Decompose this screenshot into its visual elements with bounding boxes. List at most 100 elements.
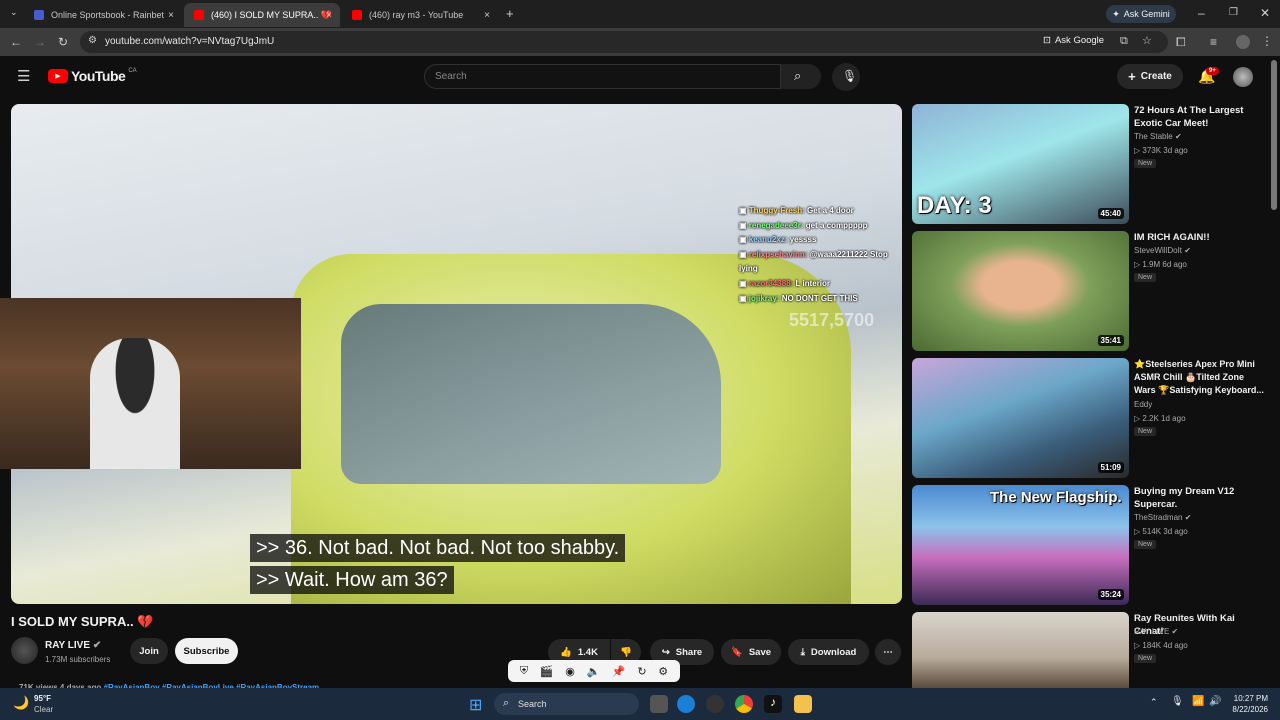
new-badge: New — [1134, 159, 1157, 168]
page-scrollbar[interactable] — [1271, 60, 1277, 210]
video-thumbnail[interactable]: DAY: 3 45:40 — [912, 104, 1129, 224]
verified-icon: ✔ — [1184, 246, 1191, 255]
youtube-logo[interactable]: ▶ YouTube CA — [48, 68, 137, 84]
channel-name[interactable]: TheStradman ✔ — [1134, 513, 1191, 522]
windows-start-icon[interactable]: ⊞ — [469, 695, 482, 715]
clock-date[interactable]: 8/22/2026 — [1224, 705, 1268, 714]
task-view-icon[interactable] — [650, 695, 668, 713]
voice-search-button[interactable]: 🎙 — [832, 63, 860, 91]
bookmark-star-icon[interactable]: ☆ — [1142, 36, 1152, 47]
subscribe-button[interactable]: Subscribe — [175, 638, 238, 664]
search-box[interactable]: Search — [424, 64, 781, 89]
search-icon: ⌕ — [794, 68, 802, 83]
tab-search-dropdown-icon[interactable]: ⌄ — [10, 8, 18, 17]
more-actions-button[interactable]: ⋯ — [875, 639, 901, 665]
edge-icon[interactable] — [677, 695, 695, 713]
tab-ray-m3[interactable]: (460) ray m3 - YouTube × — [342, 3, 498, 27]
video-thumbnail[interactable] — [912, 612, 1129, 688]
capture-toolbar: ⛨ 🎬 ◉ 🔈 📌 ↻ ⚙ — [508, 660, 680, 682]
close-tab-icon[interactable]: × — [326, 10, 332, 21]
channel-name[interactable]: The Stable ✔ — [1134, 132, 1182, 141]
video-thumbnail[interactable]: 35:41 — [912, 231, 1129, 351]
window-close-icon[interactable]: ✕ — [1260, 7, 1270, 19]
video-duration: 45:40 — [1097, 208, 1124, 219]
chat-line: ▣ keanu2xz: yessss — [739, 235, 817, 245]
shield-icon[interactable]: ⛨ — [520, 665, 528, 678]
clock-time[interactable]: 10:27 PM — [1228, 694, 1268, 703]
video-duration: 51:09 — [1097, 462, 1124, 473]
join-button[interactable]: Join — [130, 638, 168, 664]
ask-google-label: Ask Google — [1054, 35, 1105, 46]
search-button[interactable]: ⌕ — [781, 64, 821, 89]
recommended-video[interactable]: Ray Reunites With Kai Cenat! RAY LIVE ✔ … — [912, 612, 1268, 688]
audio-icon[interactable]: 🔈 — [587, 665, 601, 678]
new-badge: New — [1134, 427, 1157, 436]
tray-chevron-icon[interactable]: ⌃ — [1150, 697, 1158, 708]
notifications-badge: 9+ — [1206, 67, 1219, 75]
reading-list-icon[interactable]: ≡ — [1210, 36, 1217, 48]
profile-avatar[interactable] — [1236, 35, 1250, 49]
pin-icon[interactable]: 📌 — [612, 665, 626, 678]
video-thumbnail[interactable]: The New Flagship. 35:24 — [912, 485, 1129, 605]
caption-line-1: >> 36. Not bad. Not bad. Not too shabby. — [250, 534, 626, 562]
back-icon[interactable]: ← — [10, 36, 22, 48]
microphone-tray-icon[interactable]: 🎙 — [1171, 696, 1184, 707]
download-icon: ⤓ — [800, 646, 805, 658]
forward-icon[interactable]: → — [34, 36, 46, 48]
channel-name[interactable]: RAY LIVE ✔ — [1134, 627, 1178, 636]
video-thumbnail[interactable]: 51:09 — [912, 358, 1129, 478]
tab-rainbet[interactable]: Online Sportsbook - Rainbet × — [24, 3, 182, 27]
create-button[interactable]: + Create — [1117, 64, 1183, 89]
download-button[interactable]: ⤓ Download — [788, 639, 869, 665]
stream-overlay-counter: 5517,5700 — [789, 310, 875, 330]
camera-icon[interactable]: ◉ — [565, 665, 575, 678]
settings-icon[interactable]: ⚙ — [658, 665, 668, 678]
ask-gemini-button[interactable]: ✦ Ask Gemini — [1106, 5, 1176, 23]
rainbet-favicon-icon — [34, 10, 44, 20]
browser-tab-bar: ⌄ Online Sportsbook - Rainbet × (460) I … — [0, 0, 1280, 28]
channel-name[interactable]: Eddy — [1134, 400, 1152, 409]
youtube-favicon-icon — [352, 10, 362, 20]
weather-icon[interactable]: 🌙 — [13, 695, 29, 711]
ask-google-button[interactable]: ⊡ Ask Google — [1043, 35, 1104, 46]
address-bar[interactable]: ⚙ youtube.com/watch?v=NVtag7UgJmU ⊡ Ask G… — [80, 31, 1168, 53]
thumbs-up-icon: 👍 — [560, 646, 572, 658]
refresh-icon[interactable]: ↻ — [637, 665, 646, 678]
close-tab-icon[interactable]: × — [168, 10, 174, 21]
file-explorer-icon[interactable] — [794, 695, 812, 713]
new-badge: New — [1134, 540, 1157, 549]
recommended-video[interactable]: DAY: 3 45:40 72 Hours At The Largest Exo… — [912, 104, 1268, 224]
account-avatar[interactable] — [1233, 67, 1253, 87]
taskbar-search[interactable]: ⌕ Search — [494, 693, 639, 715]
video-title: ⭐Steelseries Apex Pro Mini ASMR Chill 🎂T… — [1134, 359, 1264, 395]
recommended-video[interactable]: The New Flagship. 35:24 Buying my Dream … — [912, 485, 1268, 605]
save-button[interactable]: 🔖 Save — [721, 639, 781, 665]
youtube-favicon-icon — [194, 10, 204, 20]
video-clip-icon[interactable]: 🎬 — [540, 665, 554, 678]
reload-icon[interactable]: ↻ — [58, 36, 68, 48]
app-icon[interactable] — [706, 695, 724, 713]
new-tab-button[interactable]: + — [506, 7, 514, 20]
channel-name[interactable]: RAY LIVE ✔ — [45, 640, 101, 651]
save-label: Save — [748, 646, 772, 658]
recommended-video[interactable]: 35:41 IM RICH AGAIN!! SteveWillDoIt ✔ ▷ … — [912, 231, 1268, 351]
hamburger-menu-icon[interactable]: ☰ — [17, 69, 30, 84]
recommended-video[interactable]: 51:09 ⭐Steelseries Apex Pro Mini ASMR Ch… — [912, 358, 1268, 478]
chrome-icon[interactable] — [735, 695, 753, 713]
minimize-icon[interactable]: – — [1198, 7, 1205, 19]
chrome-menu-icon[interactable]: ⋮ — [1261, 35, 1273, 47]
close-tab-icon[interactable]: × — [484, 10, 490, 21]
video-stats: ▷ 514K 3d ago — [1134, 527, 1188, 536]
youtube-header: ☰ ▶ YouTube CA Search ⌕ 🎙 + Create 🔔 9+ — [0, 56, 1280, 98]
youtube-play-icon: ▶ — [48, 69, 68, 83]
volume-icon[interactable]: 🔊 — [1209, 696, 1221, 707]
cast-icon[interactable]: ⧉ — [1120, 36, 1128, 47]
restore-icon[interactable]: ❐ — [1229, 8, 1238, 18]
tiktok-icon[interactable]: ♪ — [764, 695, 782, 713]
tab-current-video[interactable]: (460) I SOLD MY SUPRA.. 💔 × — [184, 3, 340, 27]
channel-avatar[interactable] — [11, 637, 38, 664]
wifi-icon[interactable]: 📶 — [1192, 696, 1204, 707]
extensions-icon[interactable]: ⧠ — [1176, 36, 1186, 48]
channel-name[interactable]: SteveWillDoIt ✔ — [1134, 246, 1191, 255]
site-info-icon[interactable]: ⚙ — [88, 36, 97, 46]
